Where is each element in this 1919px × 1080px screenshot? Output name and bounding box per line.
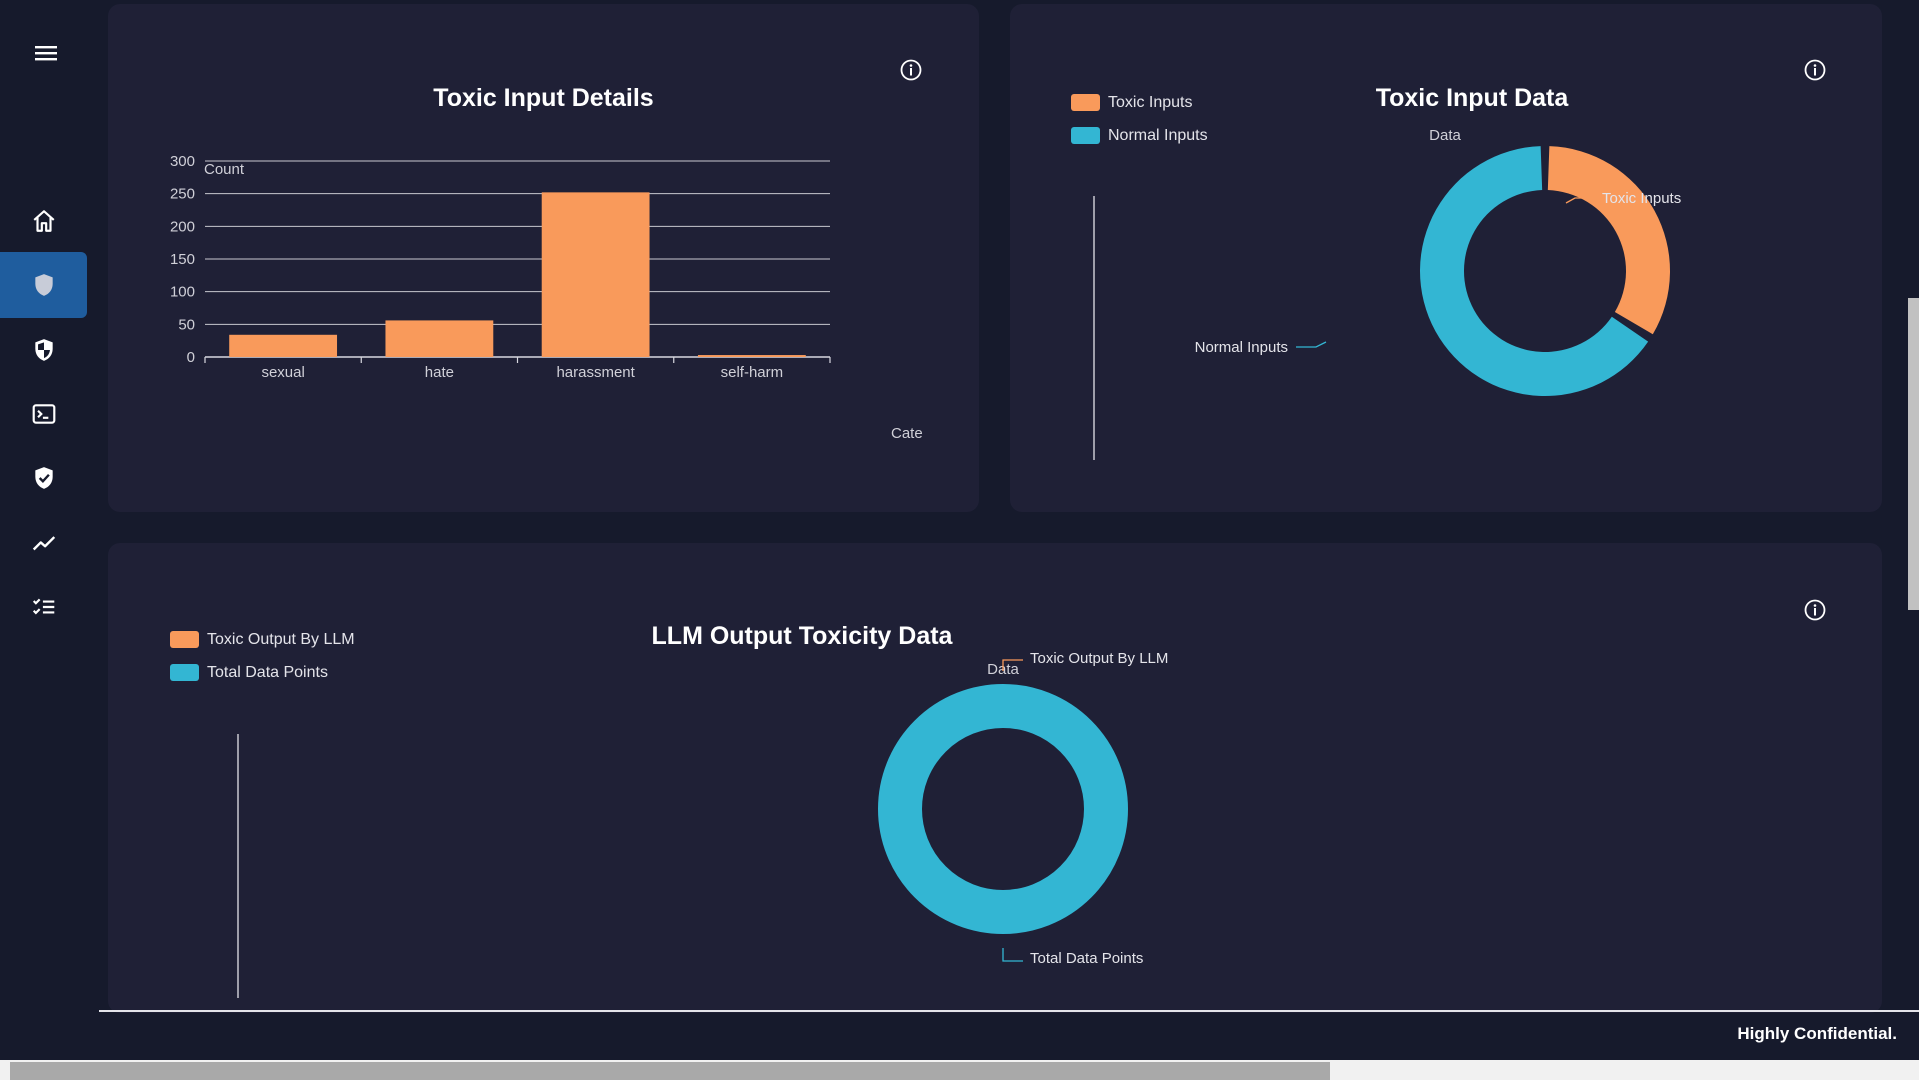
toxic-input-data-card: Toxic Input Data Toxic Inputs Normal Inp… [1010, 4, 1882, 512]
slice-label-total-data-points: Total Data Points [1030, 950, 1143, 967]
x-tick-label: self-harm [721, 364, 784, 381]
donut-slice-total-data-points [878, 684, 1128, 934]
toxic-input-details-card: Toxic Input Details Count Cate 0 50 100 150… [108, 4, 979, 512]
donut-chart-llm-output: Data Toxic Output By LLM Total Data Poin… [237, 650, 1168, 998]
x-tick-label: hate [425, 364, 454, 381]
bar-harassment [541, 192, 650, 357]
shield-half-icon [34, 339, 53, 361]
bar-hate [385, 320, 494, 357]
nav-item-console[interactable] [0, 381, 87, 447]
horizontal-scrollbar-thumb[interactable] [10, 1062, 1330, 1080]
slice-label-toxic-output: Toxic Output By LLM [1030, 650, 1168, 667]
legend-label: Toxic Output By LLM [207, 630, 355, 648]
label-leader-line [1296, 341, 1327, 348]
vertical-scrollbar-thumb[interactable] [1908, 298, 1919, 610]
hamburger-icon [35, 46, 57, 61]
home-icon [33, 210, 54, 232]
nav-item-security[interactable] [0, 317, 87, 383]
bar-self-harm [697, 355, 806, 357]
footer-confidential-label: Highly Confidential. [1737, 1024, 1897, 1043]
slice-label-toxic-inputs: Toxic Inputs [1602, 190, 1681, 207]
shield-icon [34, 274, 53, 296]
legend-item-total-data-points[interactable]: Total Data Points [170, 656, 355, 689]
legend-item-toxic-output[interactable]: Toxic Output By LLM [170, 623, 355, 656]
legend-swatch [1071, 94, 1100, 111]
label-leader-line [1565, 197, 1595, 204]
nav-item-analytics[interactable] [0, 510, 87, 576]
legend-label: Normal Inputs [1108, 126, 1208, 144]
series-name-label: Data [987, 661, 1019, 678]
trend-line-icon [32, 536, 55, 551]
bar-sexual [229, 334, 338, 357]
x-tick-label: harassment [556, 364, 635, 381]
label-leader-line [1002, 948, 1023, 962]
y-tick-label: 0 [187, 349, 195, 366]
bar-chart: Count Cate 0 50 100 150 200 250 300 sexual hate… [170, 153, 923, 442]
info-icon[interactable] [1803, 598, 1827, 622]
legend: Toxic Output By LLM Total Data Points [170, 623, 355, 689]
nav-item-tasks[interactable] [0, 574, 87, 640]
legend-label: Total Data Points [207, 663, 328, 681]
info-icon[interactable] [1803, 58, 1827, 82]
card-title: Toxic Input Data [1375, 84, 1569, 112]
y-axis-label: Count [204, 161, 245, 178]
y-tick-label: 250 [170, 186, 195, 203]
y-tick-label: 50 [178, 316, 195, 333]
slice-label-normal-inputs: Normal Inputs [1195, 339, 1288, 356]
sidebar [0, 0, 99, 1060]
label-leader-line [1002, 659, 1023, 671]
checklist-icon [32, 598, 54, 615]
legend: Toxic Inputs Normal Inputs [1071, 86, 1208, 152]
shield-check-icon [34, 467, 53, 489]
terminal-icon [32, 404, 55, 424]
legend-swatch [170, 664, 199, 681]
legend-item-normal-inputs[interactable]: Normal Inputs [1071, 119, 1208, 152]
card-title: LLM Output Toxicity Data [651, 622, 953, 650]
legend-item-toxic-inputs[interactable]: Toxic Inputs [1071, 86, 1208, 119]
y-tick-label: 300 [170, 153, 195, 170]
donut-chart-toxic-inputs: Data Toxic Inputs Normal Inputs [1093, 127, 1681, 460]
y-tick-label: 100 [170, 284, 195, 301]
legend-swatch [1071, 127, 1100, 144]
donut-slice-normal-inputs [1420, 146, 1649, 396]
donut-slice-toxic-inputs [1547, 146, 1670, 335]
x-axis-label: Cate [891, 425, 923, 442]
series-name-label: Data [1429, 127, 1461, 144]
legend-swatch [170, 631, 199, 648]
legend-label: Toxic Inputs [1108, 93, 1193, 111]
nav-item-home[interactable] [0, 188, 87, 254]
hamburger-menu-button[interactable] [31, 40, 61, 66]
y-tick-label: 200 [170, 218, 195, 235]
nav-item-toxicity[interactable] [0, 252, 87, 318]
x-tick-label: sexual [261, 364, 304, 381]
nav-item-protection[interactable] [0, 445, 87, 511]
y-tick-label: 150 [170, 251, 195, 268]
main-content: Toxic Input Details Count Cate 0 50 100 150… [99, 0, 1919, 1060]
footer-divider [99, 1010, 1919, 1012]
llm-output-toxicity-card: LLM Output Toxicity Data Toxic Output By… [108, 543, 1882, 1013]
